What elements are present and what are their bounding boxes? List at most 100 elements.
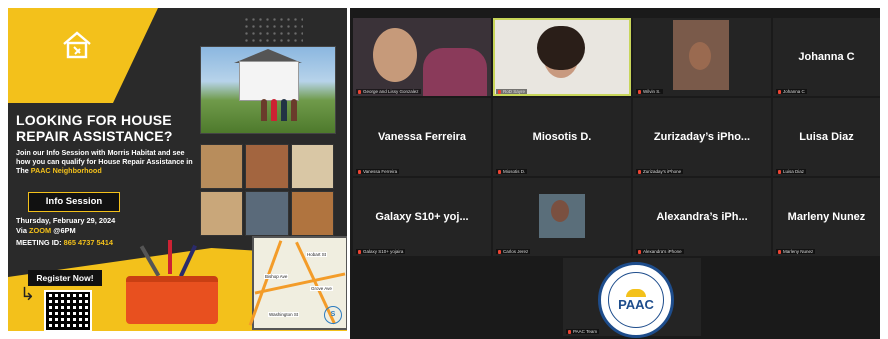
participant-video	[423, 48, 487, 96]
participant-tile[interactable]: Vanessa Ferreira Vanessa Ferreira	[353, 98, 491, 176]
map-label: Hobart St	[306, 252, 328, 257]
family-house-photo	[200, 46, 336, 134]
muted-mic-icon	[638, 169, 641, 174]
participant-display-name: Luisa Diaz	[799, 131, 854, 143]
collage-photo	[245, 144, 289, 189]
participant-name: Galaxy S10+ yojaira	[363, 249, 404, 254]
collage-photo	[290, 144, 334, 189]
participant-label: Marleny Nunez	[776, 249, 816, 254]
participant-name: Luisa Diaz	[783, 169, 805, 174]
paac-logo: PAAC	[598, 262, 674, 338]
via-label: Via	[16, 225, 27, 235]
muted-mic-icon	[778, 169, 781, 174]
participant-tile[interactable]: Zurizaday’s iPho... Zurizaday's iPhone	[633, 98, 771, 176]
paac-logo-text: PAAC	[618, 296, 654, 312]
participant-display-name: Miosotis D.	[532, 131, 592, 143]
session-time: @6PM	[53, 225, 76, 235]
flyer-heading: LOOKING FOR HOUSE REPAIR ASSISTANCE?	[16, 112, 173, 144]
participant-tile[interactable]: Alexandra’s iPh... Alexandra's iPhone	[633, 178, 771, 256]
participant-video	[373, 28, 417, 82]
participant-tile[interactable]: Luisa Diaz Luisa Diaz	[773, 98, 880, 176]
collage-photo	[290, 191, 334, 236]
participant-label: Miosotis D.	[496, 169, 528, 174]
participant-name: Carlos Jerez	[503, 249, 529, 254]
participant-tile[interactable]: Miosotis D. Miosotis D.	[493, 98, 631, 176]
description-highlight: PAAC Neighborhood	[30, 166, 102, 175]
info-session-flyer: LOOKING FOR HOUSE REPAIR ASSISTANCE? Joi…	[8, 8, 347, 331]
participant-display-name: Alexandra’s iPh...	[656, 211, 748, 223]
participant-name: Miosotis D.	[503, 169, 526, 174]
participant-tile[interactable]: Wilvin S.	[633, 18, 771, 96]
participant-label: Vanessa Ferreira	[356, 169, 400, 174]
participant-name: RoD Sayre	[503, 89, 526, 94]
participant-label: Galaxy S10+ yojaira	[356, 249, 406, 254]
muted-mic-icon	[498, 89, 501, 94]
map-label: Washington St	[268, 312, 300, 317]
dot-pattern	[243, 16, 303, 42]
participant-label: George and Lissy Gonzalez	[356, 89, 421, 94]
participant-label: RoD Sayre	[496, 89, 528, 94]
muted-mic-icon	[778, 249, 781, 254]
repair-photo-collage	[200, 144, 334, 236]
participant-display-name: Vanessa Ferreira	[377, 131, 467, 143]
house-repair-icon	[63, 31, 91, 59]
collage-photo	[200, 144, 244, 189]
participant-label: PAAC Team	[566, 329, 600, 334]
participant-name: Marleny Nunez	[783, 249, 814, 254]
map-label: Bishop Ave	[264, 274, 289, 279]
participant-tile[interactable]: Marleny Nunez Marleny Nunez	[773, 178, 880, 256]
participant-display-name: Zurizaday’s iPho...	[653, 131, 751, 143]
curved-arrow-icon: ↳	[20, 284, 36, 304]
muted-mic-icon	[358, 249, 361, 254]
participant-label: Wilvin S.	[636, 89, 663, 94]
session-via: Via ZOOM @6PM	[16, 226, 194, 236]
participant-name: Wilvin S.	[643, 89, 661, 94]
participant-display-name: Galaxy S10+ yoj...	[375, 211, 469, 223]
participant-name: Zurizaday's iPhone	[643, 169, 682, 174]
participant-tile[interactable]: Galaxy S10+ yoj... Galaxy S10+ yojaira	[353, 178, 491, 256]
participant-hair	[537, 26, 585, 70]
muted-mic-icon	[638, 249, 641, 254]
flyer-description: Join our Info Session with Morris Habita…	[16, 148, 194, 175]
participant-name: PAAC Team	[573, 329, 598, 334]
map-logo-icon: S	[324, 306, 342, 324]
participant-name: Johanna C	[783, 89, 805, 94]
neighborhood-map: Bishop Ave Hobart St Grove Ave Washingto…	[248, 236, 347, 330]
muted-mic-icon	[568, 329, 571, 334]
muted-mic-icon	[498, 169, 501, 174]
muted-mic-icon	[358, 89, 361, 94]
participant-face	[551, 200, 569, 222]
info-session-badge: Info Session	[28, 192, 120, 212]
register-now-label: Register Now!	[28, 270, 102, 286]
meeting-id-value: 865 4737 5414	[63, 238, 113, 247]
qr-code	[44, 290, 92, 331]
screwdriver-icon	[168, 240, 172, 274]
participant-label: Zurizaday's iPhone	[636, 169, 684, 174]
collage-photo	[200, 191, 244, 236]
participant-tile[interactable]: George and Lissy Gonzalez	[353, 18, 491, 96]
muted-mic-icon	[638, 89, 641, 94]
sun-icon	[626, 288, 646, 297]
participant-face	[689, 42, 711, 70]
participant-tile[interactable]: Carlos Jerez	[493, 178, 631, 256]
via-platform: ZOOM	[29, 225, 52, 235]
collage-photo	[245, 191, 289, 236]
participant-name: Vanessa Ferreira	[363, 169, 398, 174]
participant-display-name: Johanna C	[798, 51, 855, 63]
participant-name: George and Lissy Gonzalez	[363, 89, 419, 94]
muted-mic-icon	[358, 169, 361, 174]
participant-label: Johanna C	[776, 89, 807, 94]
participant-label: Carlos Jerez	[496, 249, 531, 254]
participant-display-name: Marleny Nunez	[787, 211, 866, 223]
map-label: Grove Ave	[310, 286, 333, 291]
meeting-id-label: MEETING ID:	[16, 238, 62, 247]
session-date: Thursday, February 29, 2024	[16, 216, 116, 225]
session-datetime: Thursday, February 29, 2024 Via ZOOM @6P…	[16, 216, 194, 235]
participant-label: Alexandra's iPhone	[636, 249, 684, 254]
participant-tile-active[interactable]: RoD Sayre	[493, 18, 631, 96]
participant-tile[interactable]: Johanna C Johanna C	[773, 18, 880, 96]
muted-mic-icon	[778, 89, 781, 94]
toolbox-image	[126, 276, 218, 324]
meeting-id: MEETING ID: 865 4737 5414	[16, 238, 113, 247]
muted-mic-icon	[498, 249, 501, 254]
